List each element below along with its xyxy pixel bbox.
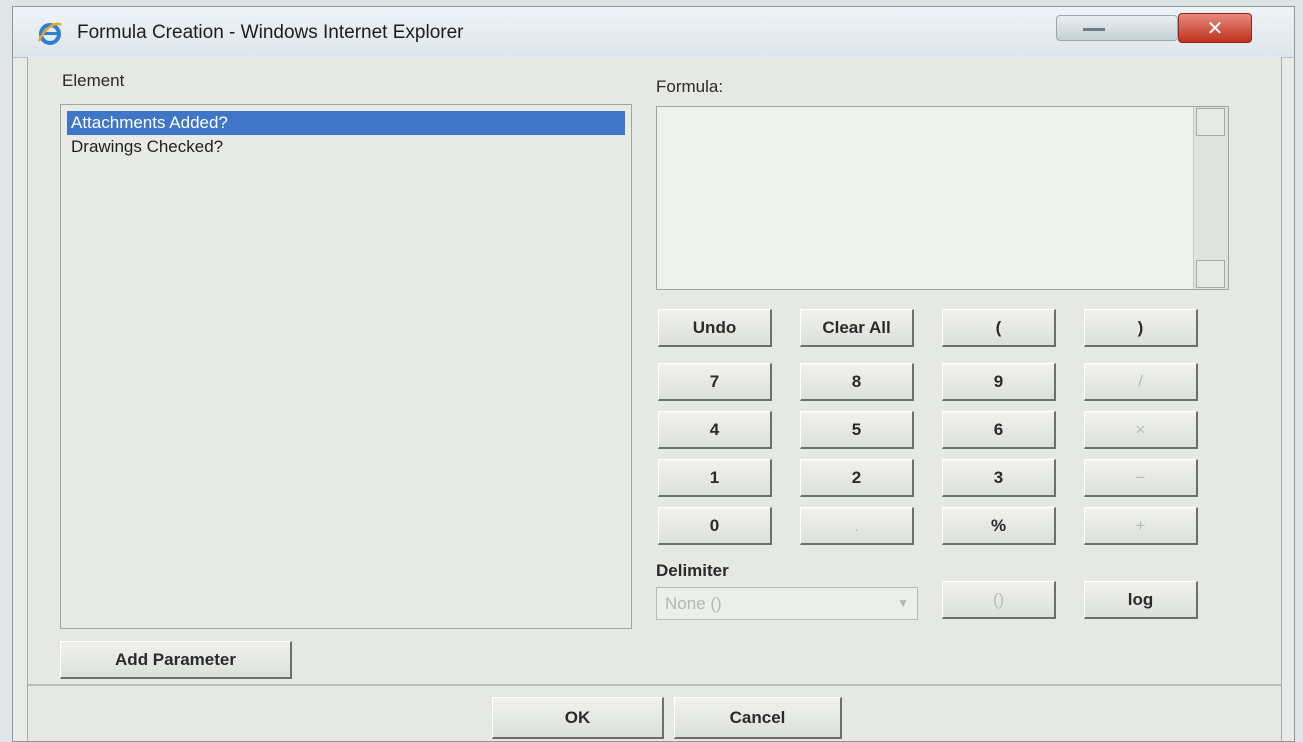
delimiter-insert-button[interactable]: () [942, 581, 1056, 619]
digit-2-button[interactable]: 2 [800, 459, 914, 497]
title-bar[interactable]: Formula Creation - Windows Internet Expl… [13, 7, 1294, 58]
multiply-button[interactable]: × [1084, 411, 1198, 449]
close-icon: ✕ [1206, 18, 1224, 40]
dialog-body: Element Attachments Added? Drawings Chec… [27, 57, 1282, 741]
formula-label: Formula: [656, 77, 724, 96]
log-button[interactable]: log [1084, 581, 1198, 619]
percent-button[interactable]: % [942, 507, 1056, 545]
open-paren-button[interactable]: ( [942, 309, 1056, 347]
footer-divider [28, 684, 1281, 686]
clear-all-button[interactable]: Clear All [800, 309, 914, 347]
digit-7-button[interactable]: 7 [658, 363, 772, 401]
close-paren-button[interactable]: ) [1084, 309, 1198, 347]
formula-scrollbar[interactable] [1193, 107, 1228, 289]
digit-3-button[interactable]: 3 [942, 459, 1056, 497]
close-button[interactable]: ✕ [1178, 13, 1252, 43]
element-label: Element [62, 71, 125, 90]
digit-9-button[interactable]: 9 [942, 363, 1056, 401]
minimize-icon [1083, 28, 1105, 31]
scroll-down-button[interactable] [1196, 260, 1225, 288]
list-item[interactable]: Attachments Added? [67, 111, 625, 135]
digit-1-button[interactable]: 1 [658, 459, 772, 497]
chevron-down-icon: ▼ [897, 596, 909, 610]
formula-textarea[interactable] [656, 106, 1229, 290]
minus-button[interactable]: − [1084, 459, 1198, 497]
divide-button[interactable]: / [1084, 363, 1198, 401]
digit-8-button[interactable]: 8 [800, 363, 914, 401]
plus-button[interactable]: + [1084, 507, 1198, 545]
element-list[interactable]: Attachments Added? Drawings Checked? [60, 104, 632, 629]
digit-5-button[interactable]: 5 [800, 411, 914, 449]
list-item[interactable]: Drawings Checked? [67, 135, 625, 159]
internet-explorer-icon [37, 22, 62, 45]
ok-button[interactable]: OK [492, 697, 664, 739]
digit-4-button[interactable]: 4 [658, 411, 772, 449]
scroll-up-button[interactable] [1196, 108, 1225, 136]
add-parameter-button[interactable]: Add Parameter [60, 641, 292, 679]
delimiter-select[interactable]: None () ▼ [656, 587, 918, 620]
digit-0-button[interactable]: 0 [658, 507, 772, 545]
decimal-point-button[interactable]: . [800, 507, 914, 545]
undo-button[interactable]: Undo [658, 309, 772, 347]
window-title: Formula Creation - Windows Internet Expl… [77, 22, 464, 43]
delimiter-selected-value: None () [665, 594, 722, 613]
dialog-window: Formula Creation - Windows Internet Expl… [12, 6, 1295, 742]
digit-6-button[interactable]: 6 [942, 411, 1056, 449]
delimiter-label: Delimiter [656, 561, 729, 580]
cancel-button[interactable]: Cancel [674, 697, 842, 739]
minimize-button[interactable] [1056, 15, 1178, 41]
